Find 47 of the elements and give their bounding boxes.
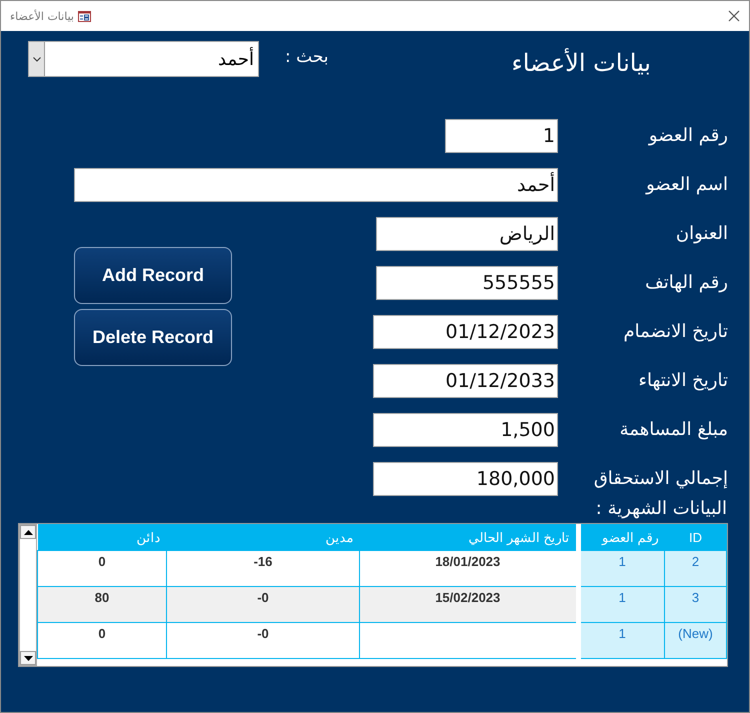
table-cell: 0 xyxy=(38,622,166,658)
search-label: بحث : xyxy=(285,47,329,67)
table-cell: (New) xyxy=(664,622,726,658)
text-field[interactable]: 180,000 xyxy=(373,462,558,496)
field-label: اسم العضو xyxy=(644,173,728,197)
field-label: مبلغ المساهمة xyxy=(618,418,728,442)
text-field[interactable]: 01/12/2033 xyxy=(373,364,558,398)
scroll-up-icon[interactable] xyxy=(20,525,36,539)
table-cell: 18/01/2023 xyxy=(360,550,578,586)
column-header: ID xyxy=(664,524,726,550)
section-label: البيانات الشهرية : xyxy=(594,498,728,519)
table-cell: 2 xyxy=(664,550,726,586)
text-field[interactable]: 1,500 xyxy=(373,413,558,447)
column-header: مدين xyxy=(166,524,360,550)
text-field[interactable]: أحمد xyxy=(74,168,558,202)
table-cell: -0 xyxy=(166,622,360,658)
field-label: تاريخ الانضمام xyxy=(622,320,728,344)
table-cell: 15/02/2023 xyxy=(360,586,578,622)
caret-icon xyxy=(32,56,40,62)
field-label: رقم الهاتف xyxy=(644,271,728,295)
table-cell: 1 xyxy=(578,550,664,586)
table-cell: 1 xyxy=(578,586,664,622)
text-field[interactable]: الرياض xyxy=(376,217,558,251)
search-combo-box[interactable]: أحمد xyxy=(28,41,259,77)
text-field[interactable]: 01/12/2023 xyxy=(373,315,558,349)
field-label: تاريخ الانتهاء xyxy=(638,369,728,393)
column-header: رقم العضو xyxy=(578,524,664,550)
field-label: إجمالي الاستحقاق xyxy=(592,467,728,491)
table-cell: 1 xyxy=(578,622,664,658)
action-button[interactable]: Delete Record xyxy=(74,309,232,366)
table-cell: 80 xyxy=(38,586,166,622)
field-label: العنوان xyxy=(674,222,728,246)
form-icon xyxy=(78,10,91,22)
table-cell: -16 xyxy=(166,550,360,586)
column-header: تاريخ الشهر الحالي xyxy=(360,524,578,550)
close-icon[interactable] xyxy=(728,10,740,22)
column-header: دائن xyxy=(38,524,166,550)
window-title: بيانات الأعضاء xyxy=(10,10,74,22)
scroll-down-icon[interactable] xyxy=(20,651,36,665)
field-label: رقم العضو xyxy=(647,124,728,148)
table-cell: 3 xyxy=(664,586,726,622)
text-field[interactable]: 555555 xyxy=(376,266,558,300)
text-field[interactable]: 1 xyxy=(445,119,558,153)
scroll-bar[interactable] xyxy=(19,524,37,666)
form-title: بيانات الأعضاء xyxy=(511,49,651,77)
action-button[interactable]: Add Record xyxy=(74,247,232,304)
table-cell: -0 xyxy=(166,586,360,622)
